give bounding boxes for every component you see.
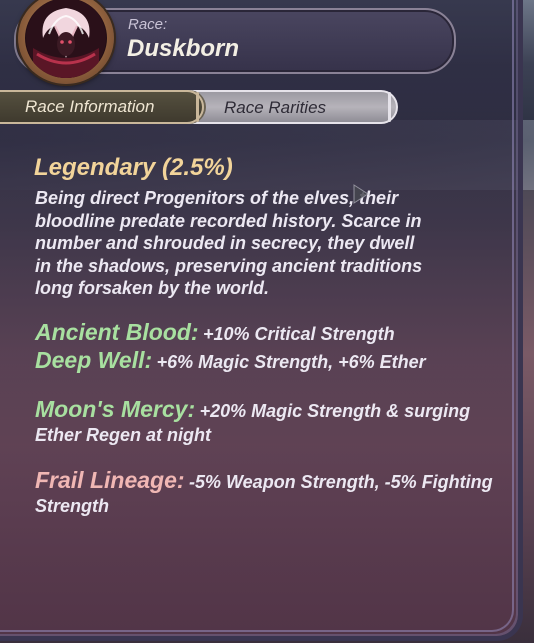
tab-race-information-label[interactable]: Race Information	[25, 97, 154, 117]
tab-race-rarities[interactable]: Race Rarities	[224, 98, 326, 118]
description-line: bloodline predate recorded history. Scar…	[35, 210, 422, 231]
race-description: Being direct Progenitors of the elves, t…	[35, 187, 495, 300]
trait-ancient-blood: Ancient Blood: +10% Critical Strength	[35, 321, 505, 347]
rarity-heading: Legendary (2.5%)	[34, 154, 233, 181]
cursor-arrow-icon	[351, 183, 371, 205]
description-line: number and shrouded in secrecy, they dwe…	[35, 233, 415, 253]
description-line: in the shadows, preserving ancient tradi…	[35, 255, 423, 276]
description-line: long forsaken by the world.	[35, 278, 270, 298]
trait-desc: +6% Magic Strength, +6% Ether	[156, 352, 426, 372]
tab-bar-cap	[388, 92, 391, 122]
trait-desc: +10% Critical Strength	[203, 324, 395, 344]
race-label: Race:	[128, 16, 168, 33]
trait-name: Ancient Blood:	[35, 319, 199, 345]
race-name: Duskborn	[127, 35, 240, 62]
trait-name: Moon's Mercy:	[35, 396, 196, 422]
trait-deep-well: Deep Well: +6% Magic Strength, +6% Ether	[35, 349, 505, 375]
trait-name: Frail Lineage:	[35, 467, 185, 493]
race-avatar-portrait	[25, 0, 107, 78]
trait-moons-mercy: Moon's Mercy: +20% Magic Strength & surg…	[35, 398, 475, 448]
trait-name: Deep Well:	[35, 347, 153, 373]
trait-frail-lineage: Frail Lineage: -5% Weapon Strength, -5% …	[35, 469, 495, 519]
tab-active-cap	[196, 92, 199, 122]
description-line: Being direct Progenitors of the elves, t…	[35, 188, 399, 208]
